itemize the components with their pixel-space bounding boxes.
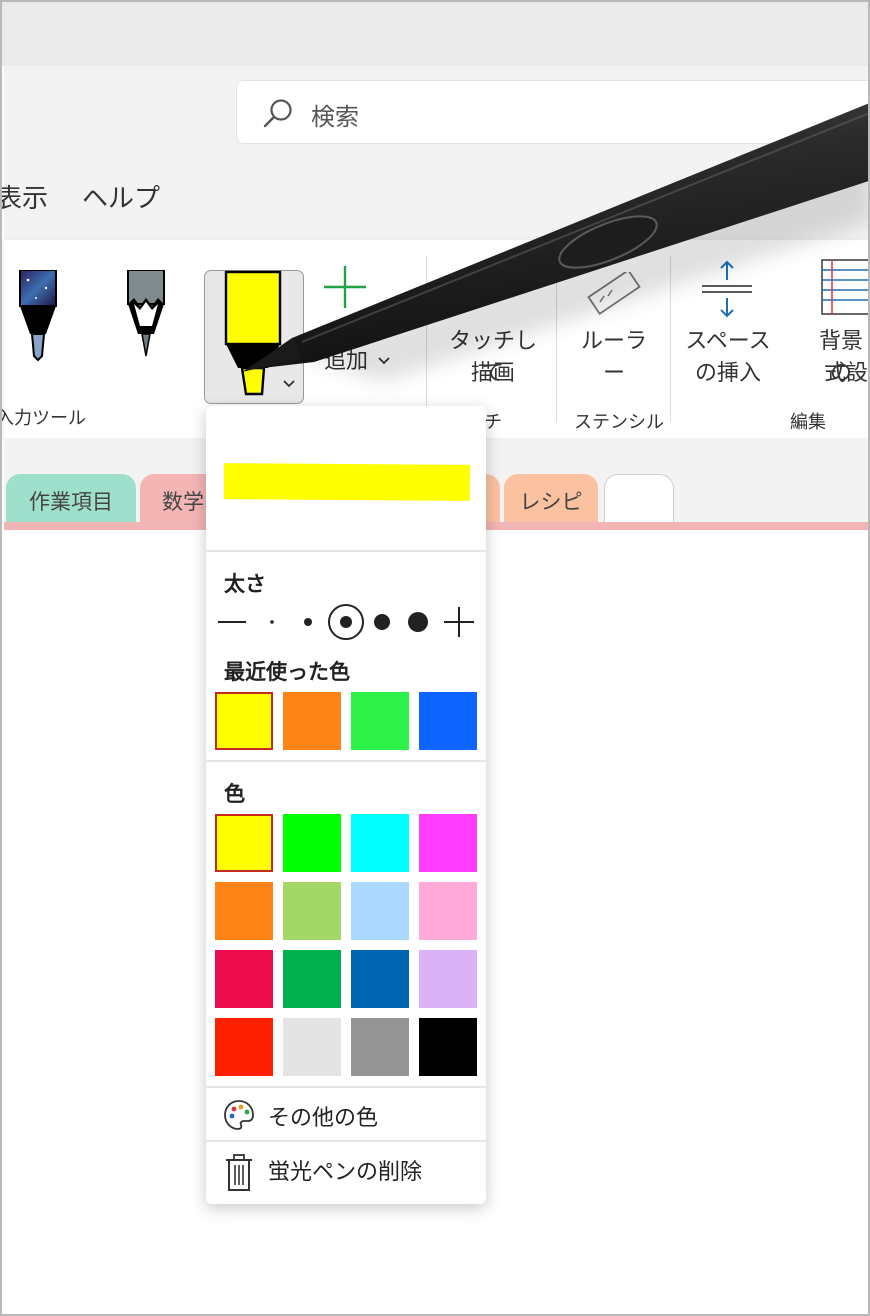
thickness-increase-button[interactable] bbox=[444, 607, 474, 637]
color-swatch[interactable] bbox=[215, 882, 273, 940]
color-swatch[interactable] bbox=[283, 814, 341, 872]
delete-highlighter-menu-item[interactable]: 蛍光ペンの削除 bbox=[206, 1142, 486, 1196]
galaxy-pen-icon[interactable] bbox=[18, 270, 58, 362]
color-swatch[interactable] bbox=[419, 814, 477, 872]
recent-colors-title: 最近使った色 bbox=[224, 660, 350, 684]
recent-color-swatch[interactable] bbox=[351, 692, 409, 750]
color-swatch[interactable] bbox=[215, 1018, 273, 1076]
pencil-icon[interactable] bbox=[126, 270, 166, 362]
palette-icon bbox=[224, 1100, 254, 1130]
recent-color-swatch[interactable] bbox=[419, 692, 477, 750]
divider bbox=[206, 760, 486, 762]
tab-label: レシピ bbox=[519, 490, 583, 514]
insert-space-icon[interactable] bbox=[696, 258, 758, 320]
tab-label: 作業項目 bbox=[29, 490, 113, 514]
chevron-down-icon[interactable] bbox=[376, 354, 392, 368]
color-swatch[interactable] bbox=[419, 950, 477, 1008]
tab-label: 数学 bbox=[162, 490, 204, 514]
color-swatch[interactable] bbox=[283, 882, 341, 940]
tab-add-section[interactable] bbox=[604, 474, 674, 524]
group-label-stencil: ステンシル bbox=[574, 412, 664, 433]
trash-icon bbox=[226, 1154, 252, 1191]
touch-draw-label-2[interactable]: 描画 bbox=[440, 358, 546, 390]
add-pen-icon[interactable] bbox=[322, 264, 368, 310]
insert-space-label[interactable]: スペース bbox=[680, 326, 776, 358]
thickness-option-5[interactable] bbox=[408, 612, 428, 632]
group-label-edit: 編集 bbox=[790, 412, 826, 433]
menu-view[interactable]: 表示 bbox=[2, 178, 48, 215]
color-swatch[interactable] bbox=[419, 1018, 477, 1076]
color-swatch[interactable] bbox=[351, 882, 409, 940]
thickness-title: 太さ bbox=[224, 572, 266, 596]
highlighter-options-dropdown bbox=[206, 406, 486, 1204]
chevron-down-icon[interactable] bbox=[281, 377, 297, 391]
ribbon-separator bbox=[426, 256, 427, 422]
recent-color-swatch[interactable] bbox=[283, 692, 341, 750]
color-swatch[interactable] bbox=[283, 950, 341, 1008]
thickness-option-1[interactable] bbox=[270, 620, 274, 624]
ribbon-separator bbox=[556, 256, 557, 422]
group-label-input-tools: 入力ツール bbox=[0, 408, 86, 429]
color-swatch[interactable] bbox=[351, 950, 409, 1008]
search-placeholder: 検索 bbox=[311, 103, 359, 131]
title-bar bbox=[2, 2, 868, 66]
stroke-preview bbox=[223, 463, 471, 501]
ruler-icon[interactable] bbox=[580, 272, 644, 318]
insert-space-label-2[interactable]: の挿入 bbox=[680, 358, 776, 390]
color-swatch[interactable] bbox=[419, 882, 477, 940]
ribbon-separator bbox=[670, 256, 671, 422]
thickness-options bbox=[218, 604, 474, 640]
add-pen-label[interactable]: 追加 bbox=[324, 346, 368, 378]
color-swatch[interactable] bbox=[351, 814, 409, 872]
page-background-label-2[interactable]: 式設 bbox=[824, 358, 868, 390]
tab-recipes[interactable]: レシピ bbox=[504, 474, 598, 524]
more-colors-menu-item[interactable]: その他の色 bbox=[206, 1088, 486, 1142]
search-icon bbox=[263, 99, 292, 128]
recent-color-swatch[interactable] bbox=[215, 692, 273, 750]
highlighter-icon bbox=[224, 270, 282, 396]
thickness-option-3-selected[interactable] bbox=[328, 604, 364, 640]
tab-work-items[interactable]: 作業項目 bbox=[6, 474, 136, 524]
search-input[interactable]: 検索 bbox=[236, 80, 868, 144]
thickness-option-4[interactable] bbox=[374, 614, 390, 630]
delete-highlighter-label: 蛍光ペンの削除 bbox=[268, 1160, 423, 1185]
colors-title: 色 bbox=[224, 782, 245, 806]
color-swatch[interactable] bbox=[215, 814, 273, 872]
ruler-label[interactable]: ルーラー bbox=[572, 326, 656, 390]
color-swatch[interactable] bbox=[283, 1018, 341, 1076]
divider bbox=[206, 550, 486, 552]
color-swatch[interactable] bbox=[351, 1018, 409, 1076]
thickness-option-2[interactable] bbox=[304, 618, 312, 626]
color-swatch[interactable] bbox=[215, 950, 273, 1008]
page-background-icon[interactable] bbox=[820, 258, 870, 316]
menu-help[interactable]: ヘルプ bbox=[82, 178, 160, 215]
more-colors-label: その他の色 bbox=[268, 1106, 379, 1131]
app-window: 検索 表示 ヘルプ 追加 入力ツール タッチして 描画 ルーラー ステンシル ス… bbox=[0, 0, 870, 1316]
